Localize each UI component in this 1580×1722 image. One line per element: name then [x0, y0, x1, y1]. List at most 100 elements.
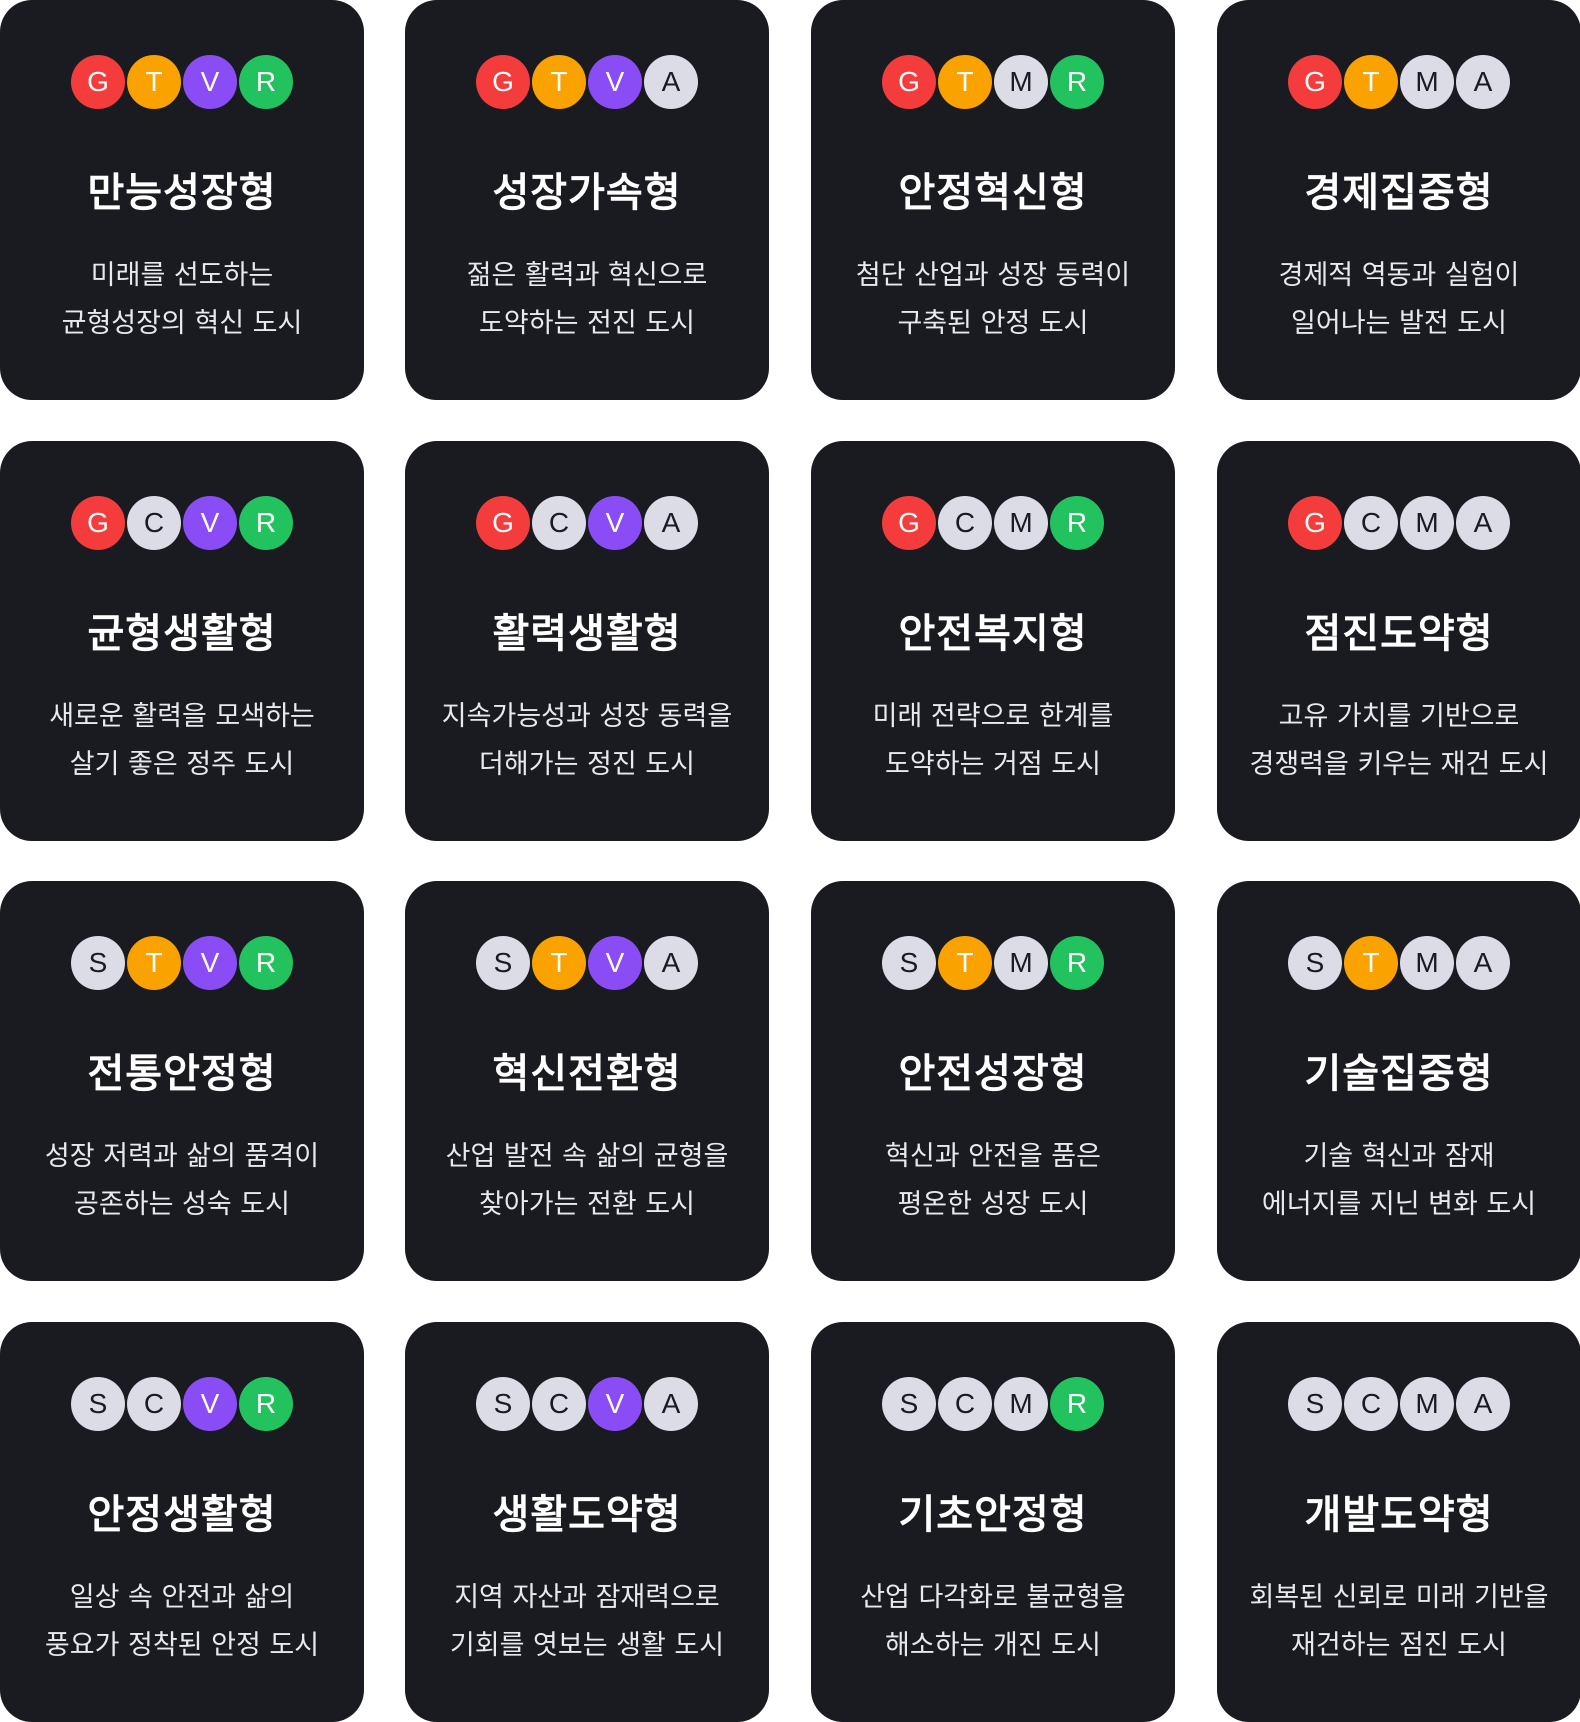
city-type-title: 전통안정형 — [87, 1051, 277, 1097]
description-line: 기술 혁신과 잠재 — [1303, 1141, 1495, 1172]
description-line: 미래 전략으로 한계를 — [872, 701, 1114, 732]
city-type-card[interactable]: S T M R 안전성장형혁신과 안전을 품은평온한 성장 도시 — [811, 881, 1175, 1281]
city-type-description: 기술 혁신과 잠재에너지를 지닌 변화 도시 — [1217, 1133, 1580, 1229]
type-badge: T — [127, 55, 181, 109]
city-type-card[interactable]: G C V R 균형생활형 새로운 활력을 모색하는 살기 좋은 정주 도시 — [0, 441, 364, 841]
description-line: 혁신과 안전을 품은 — [885, 1141, 1101, 1172]
city-type-title: 안정혁신형 — [898, 170, 1088, 216]
description-line: 미래를 선도하는 — [90, 260, 274, 291]
type-badges: GCVA — [405, 496, 769, 550]
city-type-description: 새로운 활력을 모색하는살기 좋은 정주 도시 — [0, 693, 364, 789]
type-badge: S — [882, 1377, 936, 1431]
description-line: 새로운 활력을 모색하는 — [49, 701, 315, 732]
type-badge: S — [71, 936, 125, 990]
type-badges: STMR — [811, 936, 1175, 990]
type-badge: R — [239, 55, 293, 109]
description-line: 일상 속 안전과 삶의 — [69, 1582, 295, 1613]
city-type-card[interactable]: G T M R 안정혁신형첨단 산업과 성장 동력이 구축된 안정 도시 — [811, 0, 1175, 400]
city-type-description: 경제적 역동과 실험이 일어나는 발전 도시 — [1217, 252, 1580, 348]
type-badge: A — [644, 55, 698, 109]
city-type-card[interactable]: S C M R 기초안정형산업 다각화로 불균형을 해소하는 개진 도시 — [811, 1322, 1175, 1722]
city-type-card[interactable]: S T V A 혁신전환형 산업 발전 속 삶의 균형을 찾아가는 전환 도시 — [405, 881, 769, 1281]
type-badge: S — [1288, 1377, 1342, 1431]
city-type-description: 지속가능성과 성장 동력을 더해가는 정진 도시 — [405, 693, 769, 789]
city-type-card[interactable]: G T V R 만능성장형 미래를 선도하는 균형성장의 혁신 도시 — [0, 0, 364, 400]
description-line: 도약하는 거점 도시 — [885, 749, 1101, 780]
city-type-description: 고유 가치를 기반으로 경쟁력을 키우는 재건 도시 — [1217, 693, 1580, 789]
city-type-title: 혁신전환형 — [492, 1051, 682, 1097]
type-badge: M — [994, 936, 1048, 990]
city-type-description: 지역 자산과 잠재력으로 기회를 엿보는 생활 도시 — [405, 1574, 769, 1670]
type-badge: V — [588, 936, 642, 990]
city-type-title: 안전성장형 — [898, 1051, 1088, 1097]
type-badge: A — [1456, 496, 1510, 550]
description-line: 지속가능성과 성장 동력을 — [441, 701, 733, 732]
type-badge: G — [476, 55, 530, 109]
type-badge: V — [588, 55, 642, 109]
city-type-card[interactable]: S T M A 기술집중형 기술 혁신과 잠재 에너지를 지닌 변화 도시 — [1217, 881, 1580, 1281]
type-badge: T — [127, 936, 181, 990]
type-badge: M — [1400, 496, 1454, 550]
type-badges: GCMA — [1217, 496, 1580, 550]
city-type-card[interactable]: G T V A 성장가속형젊은 활력과 혁신으로 도약하는 전진 도시 — [405, 0, 769, 400]
type-badge: R — [239, 496, 293, 550]
description-line: 구축된 안정 도시 — [897, 308, 1089, 339]
city-type-description: 산업 다각화로 불균형을 해소하는 개진 도시 — [811, 1574, 1175, 1670]
type-badges: STMA — [1217, 936, 1580, 990]
city-type-description: 젊은 활력과 혁신으로 도약하는 전진 도시 — [405, 252, 769, 348]
type-badge: T — [532, 55, 586, 109]
city-type-description: 첨단 산업과 성장 동력이 구축된 안정 도시 — [811, 252, 1175, 348]
description-line: 성장 저력과 삶의 품격이 — [44, 1141, 320, 1172]
city-type-card[interactable]: S C V R 안정생활형 일상 속 안전과 삶의 풍요가 정착된 안정 도시 — [0, 1322, 364, 1722]
type-badge: R — [239, 1377, 293, 1431]
type-badge: C — [532, 496, 586, 550]
city-type-title: 개발도약형 — [1304, 1492, 1494, 1538]
type-badge: R — [1050, 1377, 1104, 1431]
city-type-card[interactable]: G T M A 경제집중형 경제적 역동과 실험이 일어나는 발전 도시 — [1217, 0, 1580, 400]
type-badge: V — [183, 55, 237, 109]
type-badge: V — [588, 1377, 642, 1431]
city-type-card[interactable]: G C M A 점진도약형고유 가치를 기반으로 경쟁력을 키우는 재건 도시 — [1217, 441, 1580, 841]
description-line: 젊은 활력과 혁신으로 — [466, 260, 708, 291]
type-badge: M — [994, 496, 1048, 550]
city-type-title: 기초안정형 — [898, 1492, 1088, 1538]
city-type-card[interactable]: S T V R 전통안정형 성장 저력과 삶의 품격이 공존하는 성숙 도시 — [0, 881, 364, 1281]
city-type-title: 성장가속형 — [492, 170, 682, 216]
type-badge: C — [1344, 1377, 1398, 1431]
city-type-title: 경제집중형 — [1304, 170, 1494, 216]
type-badge: M — [994, 55, 1048, 109]
city-type-title: 점진도약형 — [1304, 611, 1494, 657]
city-type-card[interactable]: S C M A 개발도약형 회복된 신뢰로 미래 기반을 재건하는 점진 도시 — [1217, 1322, 1580, 1722]
city-type-card[interactable]: G C M R 안전복지형 미래 전략으로 한계를 도약하는 거점 도시 — [811, 441, 1175, 841]
type-badge: G — [882, 55, 936, 109]
type-badges: SCVA — [405, 1377, 769, 1431]
description-line: 평온한 성장 도시 — [897, 1189, 1089, 1220]
description-line: 고유 가치를 기반으로 — [1278, 701, 1520, 732]
type-badge: A — [644, 936, 698, 990]
description-line: 살기 좋은 정주 도시 — [69, 749, 295, 780]
description-line: 에너지를 지닌 변화 도시 — [1261, 1189, 1537, 1220]
city-type-description: 미래 전략으로 한계를도약하는 거점 도시 — [811, 693, 1175, 789]
type-badge: G — [1288, 55, 1342, 109]
type-badges: SCMA — [1217, 1377, 1580, 1431]
description-line: 공존하는 성숙 도시 — [74, 1189, 290, 1220]
type-badge: G — [476, 496, 530, 550]
type-badges: GCVR — [0, 496, 364, 550]
type-badge: R — [1050, 55, 1104, 109]
type-badge: A — [1456, 936, 1510, 990]
type-badge: C — [127, 496, 181, 550]
city-type-card[interactable]: G C V A 활력생활형 지속가능성과 성장 동력을 더해가는 정진 도시 — [405, 441, 769, 841]
city-type-grid: G T V R 만능성장형 미래를 선도하는 균형성장의 혁신 도시 G T V A 성장가속형 젊은 … — [0, 0, 1580, 1722]
description-line: 찾아가는 전환 도시 — [479, 1189, 695, 1220]
type-badges: SCVR — [0, 1377, 364, 1431]
type-badges: SCMR — [811, 1377, 1175, 1431]
type-badges: GTVA — [405, 55, 769, 109]
type-badge: T — [938, 55, 992, 109]
type-badge: S — [71, 1377, 125, 1431]
city-type-card[interactable]: S C V A 생활도약형 지역 자산과 잠재력으로 기회를 엿보는 생활 도시 — [405, 1322, 769, 1722]
type-badge: G — [71, 55, 125, 109]
description-line: 지역 자산과 잠재력으로 — [454, 1582, 720, 1613]
type-badge: T — [938, 936, 992, 990]
type-badge: R — [1050, 496, 1104, 550]
description-line: 해소하는 개진 도시 — [885, 1630, 1101, 1661]
